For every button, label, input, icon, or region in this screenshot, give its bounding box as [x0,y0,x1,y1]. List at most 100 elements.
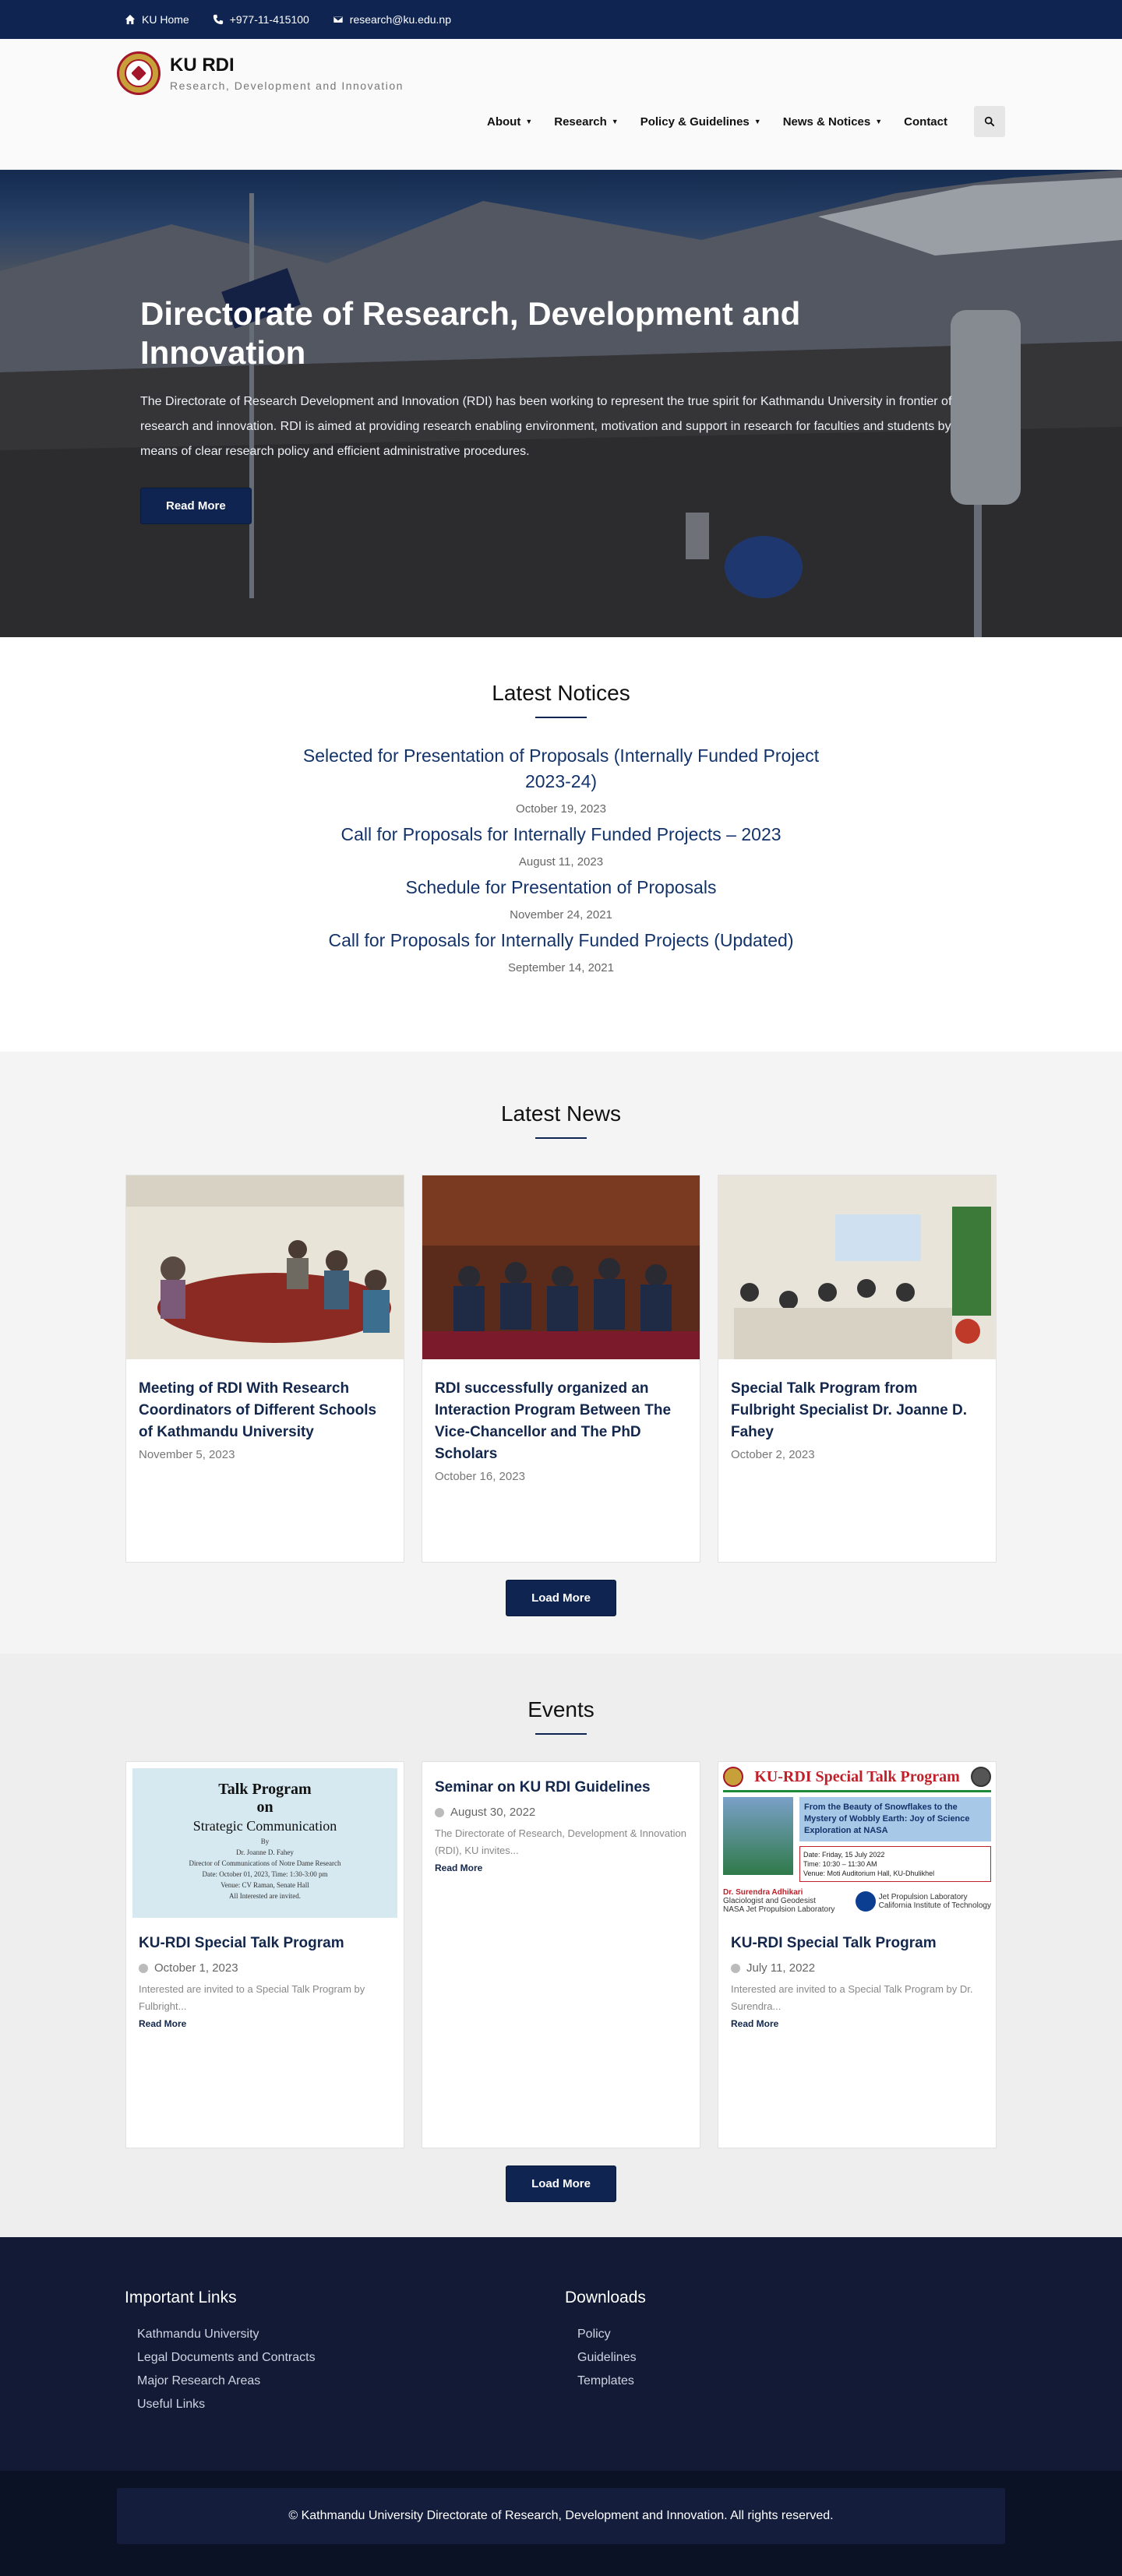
poster-line: All Interested are invited. [229,1892,301,1900]
footer-link[interactable]: Kathmandu University [137,2323,565,2346]
notice-item: Selected for Presentation of Proposals (… [0,743,1122,816]
event-read-more-link[interactable]: Read More [139,2018,391,2029]
poster-line: on [256,1799,273,1816]
poster-title: KU-RDI Special Talk Program [754,1767,960,1785]
notice-link[interactable]: Call for Proposals for Internally Funded… [296,822,826,848]
news-image[interactable] [126,1175,404,1359]
news-card[interactable]: Special Talk Program from Fulbright Spec… [718,1175,997,1563]
envelope-icon [333,16,344,23]
poster-line: Time: 10:30 – 11:30 AM [803,1860,877,1868]
notice-link[interactable]: Schedule for Presentation of Proposals [296,875,826,900]
poster-line: Date: Friday, 15 July 2022 [803,1851,885,1859]
notice-date: September 14, 2021 [508,961,614,974]
event-read-more-link[interactable]: Read More [435,1862,687,1873]
ku-home-link[interactable]: KU Home [125,13,189,26]
title-divider [535,717,587,718]
poster-line: Venue: CV Raman, Senate Hall [221,1881,309,1889]
brand-subtitle: Research, Development and Innovation [170,79,404,92]
hero-banner: Directorate of Research, Development and… [0,170,1122,637]
brand[interactable]: KU RDI Research, Development and Innovat… [117,51,404,95]
chevron-down-icon: ▼ [611,118,619,125]
poster-line: California Institute of Technology [878,1901,991,1910]
events-section: Events Talk Program on Strategic Communi… [0,1654,1122,2237]
footer-link[interactable]: Legal Documents and Contracts [137,2346,565,2370]
download-link[interactable]: Policy [577,2323,1005,2346]
phone-link[interactable]: +977-11-415100 [213,13,309,26]
notice-link[interactable]: Call for Proposals for Internally Funded… [296,928,826,953]
news-image[interactable] [718,1175,996,1359]
event-card-title[interactable]: KU-RDI Special Talk Program [731,1935,983,1952]
email-label: research@ku.edu.np [349,13,451,26]
event-date: October 1, 2023 [154,1961,238,1975]
speaker-photo [723,1797,793,1875]
event-card-title[interactable]: KU-RDI Special Talk Program [139,1935,391,1952]
news-card[interactable]: RDI successfully organized an Interactio… [422,1175,700,1563]
poster-topic: From the Beauty of Snowflakes to the Mys… [799,1797,991,1841]
hero-text: The Directorate of Research Development … [140,395,952,458]
event-excerpt: Interested are invited to a Special Talk… [731,1983,973,2012]
event-poster[interactable]: Talk Program on Strategic Communication … [126,1762,404,1918]
event-poster[interactable]: KU-RDI Special Talk Program From the Bea… [718,1762,996,1918]
nav-policy[interactable]: Policy & Guidelines ▼ [640,115,761,129]
brand-title: KU RDI [170,55,235,76]
poster-line: Dr. Joanne D. Fahey [236,1848,294,1856]
calendar-icon [435,1807,444,1817]
news-card-date: November 5, 2023 [139,1448,235,1461]
poster-line: Date: October 01, 2023, Time: 1:30-3:00 … [202,1870,328,1878]
events-load-more-button[interactable]: Load More [506,2165,616,2202]
nav-contact[interactable]: Contact [904,115,947,129]
news-image[interactable] [422,1175,700,1359]
ku-logo [723,1767,743,1787]
event-card[interactable]: Seminar on KU RDI Guidelines August 30, … [422,1761,700,2148]
calendar-icon [139,1963,148,1973]
email-link[interactable]: research@ku.edu.np [333,13,451,26]
search-button[interactable] [974,106,1005,137]
download-link[interactable]: Guidelines [577,2346,1005,2370]
footer-link[interactable]: Useful Links [137,2393,565,2416]
news-card-date: October 16, 2023 [435,1470,525,1483]
poster-line: Venue: Moti Auditorium Hall, KU-Dhulikhe… [803,1869,935,1877]
nasa-logo [855,1891,876,1912]
news-card-title[interactable]: Meeting of RDI With Research Coordinator… [139,1378,391,1443]
notice-item: Call for Proposals for Internally Funded… [0,928,1122,974]
copyright-area: © Kathmandu University Directorate of Re… [0,2471,1122,2576]
event-date: July 11, 2022 [746,1961,816,1975]
event-date: August 30, 2022 [450,1806,536,1819]
ku-home-label: KU Home [142,13,189,26]
news-load-more-button[interactable]: Load More [506,1580,616,1616]
chevron-down-icon: ▼ [875,118,883,125]
event-card-title[interactable]: Seminar on KU RDI Guidelines [435,1779,687,1796]
poster-line: Jet Propulsion Laboratory [878,1892,968,1901]
notice-date: October 19, 2023 [516,802,606,816]
ku-logo [117,51,161,95]
nav-research[interactable]: Research ▼ [554,115,618,129]
top-bar: KU Home +977-11-415100 research@ku.edu.n… [0,0,1122,39]
poster-line: Talk Program [218,1781,312,1798]
main-nav: About ▼ Research ▼ Policy & Guidelines ▼ Ne… [487,106,1005,137]
latest-news-section: Latest News Meeting of RDI With Research… [0,1052,1122,1654]
title-divider [535,1733,587,1735]
notice-link[interactable]: Selected for Presentation of Proposals (… [296,743,826,795]
site-footer: Important Links Kathmandu University Leg… [0,2237,1122,2471]
nav-about[interactable]: About ▼ [487,115,532,129]
news-card[interactable]: Meeting of RDI With Research Coordinator… [125,1175,404,1563]
poster-line: Strategic Communication [192,1818,337,1834]
news-card-title[interactable]: Special Talk Program from Fulbright Spec… [731,1378,983,1443]
nav-about-label: About [487,115,521,129]
event-read-more-link[interactable]: Read More [731,2018,983,2029]
poster-line: Director of Communications of Notre Dame… [189,1859,341,1867]
events-title: Events [527,1697,595,1721]
important-links-column: Important Links Kathmandu University Leg… [125,2289,565,2416]
notice-date: November 24, 2021 [510,908,612,922]
event-card[interactable]: Talk Program on Strategic Communication … [125,1761,404,2148]
hero-read-more-button[interactable]: Read More [140,488,252,524]
important-links-title: Important Links [125,2289,237,2306]
copyright-text: © Kathmandu University Directorate of Re… [117,2488,1005,2544]
event-card[interactable]: KU-RDI Special Talk Program From the Bea… [718,1761,997,2148]
download-link[interactable]: Templates [577,2370,1005,2393]
news-card-title[interactable]: RDI successfully organized an Interactio… [435,1378,687,1465]
footer-link[interactable]: Major Research Areas [137,2370,565,2393]
notices-title: Latest Notices [492,681,630,705]
nav-news[interactable]: News & Notices ▼ [783,115,882,129]
phone-label: +977-11-415100 [229,13,309,26]
